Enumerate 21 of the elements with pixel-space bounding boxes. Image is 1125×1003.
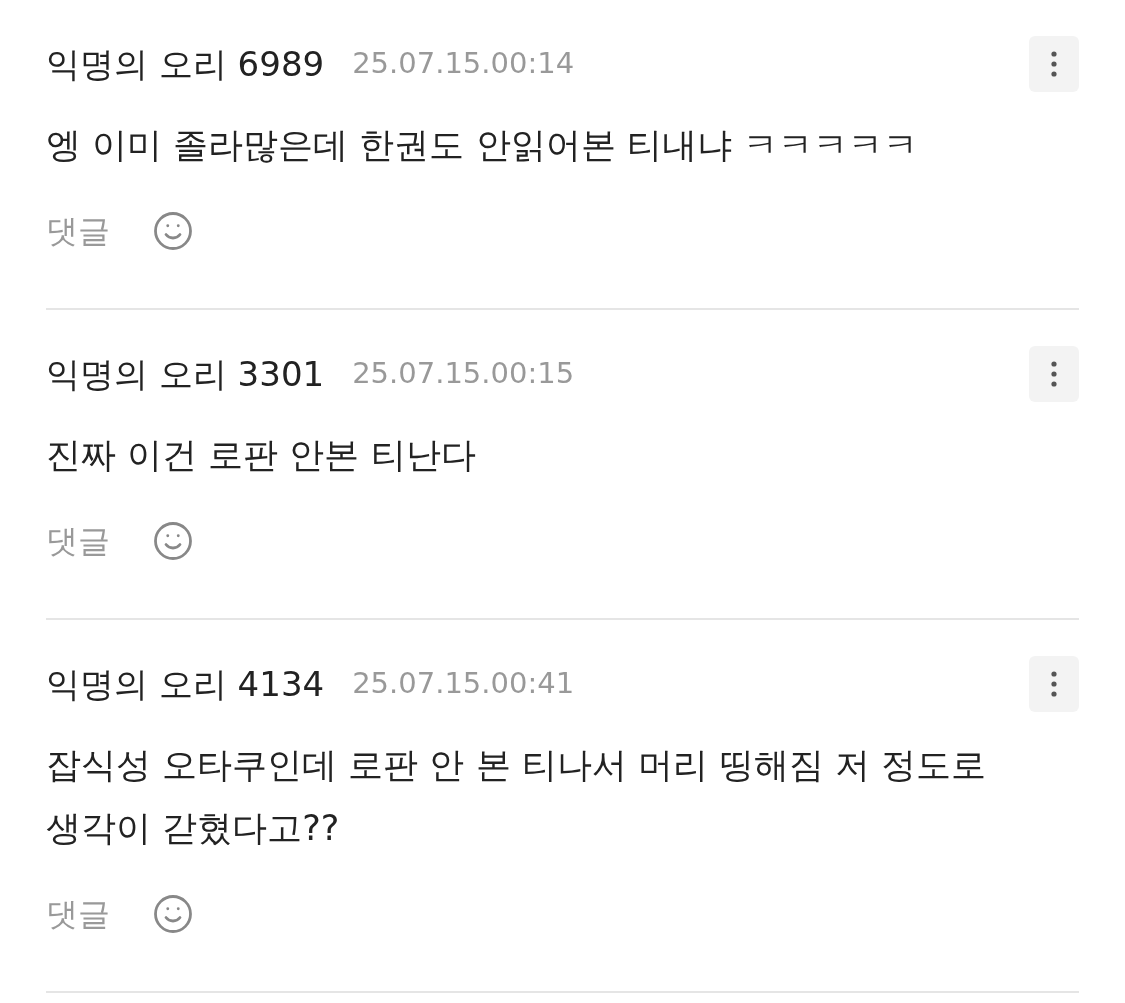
comment-text: 진짜 이건 로판 안본 티난다 xyxy=(46,434,477,477)
emoji-icon[interactable] xyxy=(152,520,194,562)
more-button[interactable] xyxy=(1029,346,1079,402)
emoji-icon[interactable] xyxy=(152,893,194,935)
more-icon xyxy=(1051,51,1057,77)
author-name: 익명의 오리 3301 xyxy=(46,352,325,396)
timestamp: 25.07.15.00:14 xyxy=(352,45,575,83)
comment-text: 엥 이미 졸라많은데 한권도 안읽어본 티내냐 ㅋㅋㅋㅋㅋ xyxy=(46,124,919,167)
author-name: 익명의 오리 6989 xyxy=(46,42,325,86)
author-name: 익명의 오리 4134 xyxy=(46,662,325,706)
timestamp: 25.07.15.00:41 xyxy=(352,665,575,703)
emoji-icon[interactable] xyxy=(152,210,194,252)
timestamp: 25.07.15.00:15 xyxy=(352,355,575,393)
more-button[interactable] xyxy=(1029,36,1079,92)
reply-button[interactable]: 댓글 xyxy=(46,517,110,565)
comment-text: 잡식성 오타쿠인데 로판 안 본 티나서 머리 띵해짐 저 정도로 생각이 갇혔다고?? xyxy=(46,744,988,850)
reply-button[interactable]: 댓글 xyxy=(46,890,110,938)
more-button[interactable] xyxy=(1029,656,1079,712)
reply-button[interactable]: 댓글 xyxy=(46,207,110,255)
more-icon xyxy=(1051,671,1057,697)
more-icon xyxy=(1051,361,1057,387)
